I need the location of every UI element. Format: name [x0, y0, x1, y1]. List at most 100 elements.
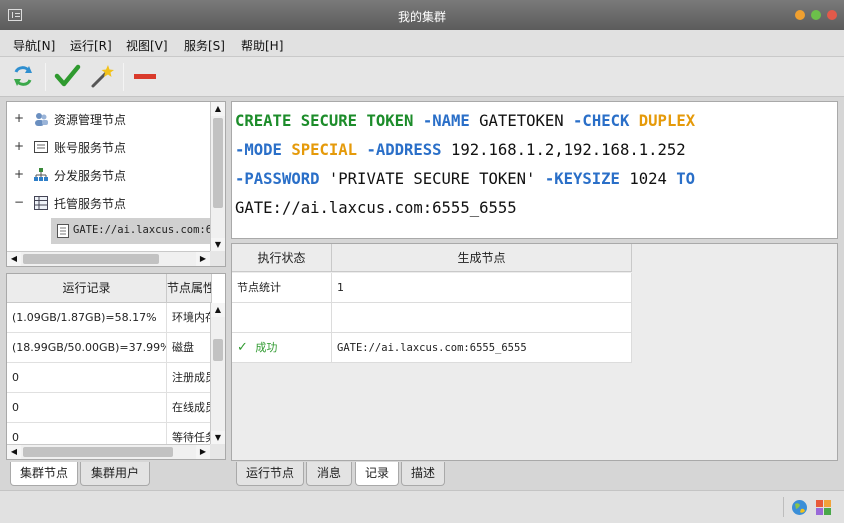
server-icon: [34, 196, 48, 210]
success-check-icon: ✓: [237, 340, 248, 355]
toolbar: [0, 57, 844, 97]
command-token: GATE://ai.laxcus.com:6555_6555: [235, 199, 517, 217]
command-token: -KEYSIZE: [544, 170, 620, 188]
column-header-records[interactable]: 运行记录: [7, 274, 167, 303]
menu-navigate[interactable]: 导航[N]: [13, 37, 55, 54]
tree-item-label: 分发服务节点: [54, 169, 127, 183]
scroll-right-icon[interactable]: ▶: [196, 445, 210, 459]
command-token: [282, 141, 291, 159]
results-table: 执行状态 生成节点 节点统计 1 ✓ 成功 GATE://ai.laxcus.c…: [231, 243, 838, 461]
tree-item-gate-node[interactable]: GATE://ai.laxcus.com:6555_6555: [51, 218, 225, 244]
table-cell: 注册成员: [167, 363, 212, 393]
column-header-attribute[interactable]: 节点属性: [167, 274, 212, 303]
menu-help[interactable]: 帮助[H]: [241, 37, 283, 54]
tab-records[interactable]: 记录: [355, 462, 399, 486]
column-header-node[interactable]: 生成节点: [332, 244, 632, 272]
command-token: 192.168.1.2,192.168.1.252: [441, 141, 686, 159]
scroll-thumb[interactable]: [213, 339, 223, 361]
command-line: CREATE SECURE TOKEN -NAME GATETOKEN -CHE…: [235, 112, 695, 130]
scroll-down-icon[interactable]: ▼: [211, 238, 225, 252]
command-token: TOKEN: [366, 112, 414, 130]
account-icon: [34, 141, 48, 153]
tab-cluster-users[interactable]: 集群用户: [80, 462, 150, 486]
command-token: DUPLEX: [638, 112, 696, 130]
scroll-left-icon[interactable]: ◀: [7, 445, 21, 459]
scroll-thumb[interactable]: [23, 447, 173, 457]
table-cell: 环境内存: [167, 303, 212, 333]
document-icon: [57, 224, 69, 238]
table-cell: 节点统计: [232, 273, 332, 303]
scroll-up-icon[interactable]: ▲: [211, 303, 225, 317]
command-token: [413, 112, 422, 130]
menu-view[interactable]: 视图[V]: [126, 37, 168, 54]
tree-item-resource[interactable]: + 资源管理节点: [7, 106, 212, 132]
magic-wand-icon: [91, 65, 114, 88]
window-title: 我的集群: [397, 10, 446, 24]
scroll-up-icon[interactable]: ▲: [211, 102, 225, 116]
table-cell: (18.99GB/50.00GB)=37.99%: [7, 333, 167, 363]
table-cell: [332, 303, 632, 333]
command-token: 1024: [619, 170, 677, 188]
command-token: -CHECK: [573, 112, 630, 130]
menu-bar: 导航[N] 运行[R] 视图[V] 服务[S] 帮助[H]: [0, 30, 844, 57]
table-vertical-scrollbar[interactable]: ▲ ▼: [210, 303, 225, 445]
scroll-right-icon[interactable]: ▶: [196, 252, 210, 266]
command-token: SECURE: [300, 112, 358, 130]
tab-description[interactable]: 描述: [401, 462, 445, 486]
scroll-thumb[interactable]: [213, 118, 223, 208]
command-token: [291, 112, 300, 130]
title-bar: 我的集群: [0, 0, 844, 30]
tree-horizontal-scrollbar[interactable]: ◀ ▶: [7, 251, 210, 266]
tree-item-account[interactable]: + 账号服务节点: [7, 134, 212, 160]
collapse-icon[interactable]: −: [14, 195, 24, 209]
command-token: [629, 112, 638, 130]
table-cell: 0: [7, 393, 167, 423]
table-cell: (1.09GB/1.87GB)=58.17%: [7, 303, 167, 333]
confirm-button[interactable]: [52, 61, 82, 91]
menu-run[interactable]: 运行[R]: [70, 37, 112, 54]
command-token: -ADDRESS: [366, 141, 442, 159]
tree-item-label: 资源管理节点: [54, 113, 127, 127]
maximize-button[interactable]: [811, 10, 821, 20]
tree-item-label: GATE://ai.laxcus.com:6555_6555: [73, 224, 225, 236]
command-line: -PASSWORD 'PRIVATE SECURE TOKEN' -KEYSIZ…: [235, 170, 695, 188]
tree-item-label: 账号服务节点: [54, 141, 127, 155]
wizard-button[interactable]: [87, 61, 117, 91]
table-cell: 0: [7, 363, 167, 393]
scroll-down-icon[interactable]: ▼: [211, 431, 225, 445]
refresh-button[interactable]: [8, 61, 38, 91]
command-editor[interactable]: CREATE SECURE TOKEN -NAME GATETOKEN -CHE…: [231, 101, 838, 239]
remove-button[interactable]: [130, 61, 160, 91]
puzzle-icon[interactable]: [815, 499, 832, 516]
column-header-status[interactable]: 执行状态: [232, 244, 332, 272]
command-token: -PASSWORD: [235, 170, 320, 188]
minimize-button[interactable]: [795, 10, 805, 20]
minus-icon: [134, 74, 156, 79]
scroll-left-icon[interactable]: ◀: [7, 252, 21, 266]
expand-icon[interactable]: +: [14, 167, 24, 181]
command-token: TO: [676, 170, 696, 188]
tree-item-hosting[interactable]: − 托管服务节点: [7, 190, 212, 216]
command-token: CREATE: [235, 112, 292, 130]
tree-vertical-scrollbar[interactable]: ▲ ▼: [210, 102, 225, 252]
table-cell-status-success: ✓ 成功: [232, 333, 332, 363]
command-token: SPECIAL: [291, 141, 358, 159]
table-cell: [232, 303, 332, 333]
users-icon: [35, 113, 48, 126]
tree-item-label: 托管服务节点: [54, 197, 127, 211]
command-token: GATETOKEN: [469, 112, 574, 130]
tab-messages[interactable]: 消息: [306, 462, 352, 486]
tab-running-nodes[interactable]: 运行节点: [236, 462, 304, 486]
tab-cluster-nodes[interactable]: 集群节点: [10, 462, 78, 486]
tree-item-distribution[interactable]: + 分发服务节点: [7, 162, 212, 188]
table-horizontal-scrollbar[interactable]: ◀ ▶: [7, 444, 210, 459]
node-tree[interactable]: + 资源管理节点 + 账号服务节点 + 分发服务节点 − 托管服务节点 GATE…: [6, 101, 226, 267]
expand-icon[interactable]: +: [14, 111, 24, 125]
command-token: 'PRIVATE SECURE TOKEN': [319, 170, 545, 188]
command-line: GATE://ai.laxcus.com:6555_6555: [235, 199, 517, 217]
expand-icon[interactable]: +: [14, 139, 24, 153]
menu-service[interactable]: 服务[S]: [184, 37, 225, 54]
scroll-thumb[interactable]: [23, 254, 159, 264]
globe-icon[interactable]: [791, 499, 808, 516]
close-button[interactable]: [827, 10, 837, 20]
